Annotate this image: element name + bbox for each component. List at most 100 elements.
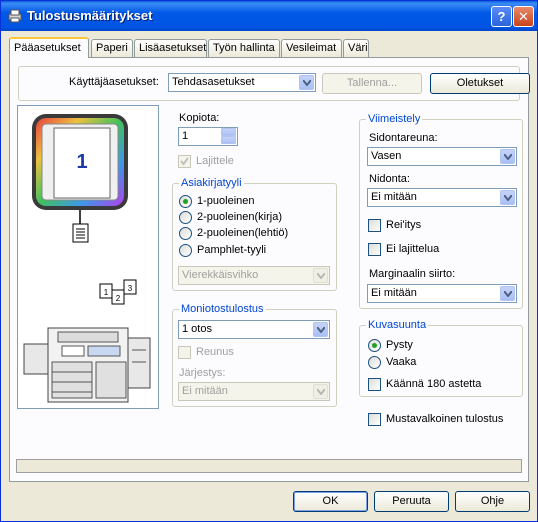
no-collate-checkbox[interactable]: Ei lajittelua [368, 243, 468, 257]
window-title: Tulostusmääritykset [27, 8, 153, 23]
document-style-title: Asiakirjatyyli [179, 177, 244, 189]
black-white-label: Mustavalkoinen tulostus [386, 413, 504, 425]
preview-illustration: 1 1 2 3 [23, 114, 151, 403]
punch-checkbox[interactable]: Rei'itys [368, 219, 448, 233]
black-white-checkbox[interactable]: Mustavalkoinen tulostus [368, 413, 518, 427]
chevron-down-icon [500, 286, 515, 301]
copies-value: 1 [182, 130, 189, 142]
defaults-button[interactable]: Oletukset [430, 73, 530, 94]
border-checkbox[interactable]: Reunus [178, 346, 258, 360]
radio-selected-icon [179, 195, 192, 208]
radio-pamphlet[interactable]: Pamphlet-tyyli [179, 244, 299, 258]
margin-shift-combo[interactable]: Ei mitään [367, 284, 517, 303]
punch-label: Rei'itys [386, 219, 422, 231]
user-settings-box: Käyttäjäasetukset: Tehdasasetukset Talle… [18, 66, 530, 101]
checkbox-checked-icon [178, 155, 191, 168]
save-settings-button[interactable]: Tallenna... [322, 73, 422, 94]
order-value: Ei mitään [182, 385, 228, 397]
preview-page-number: 1 [76, 151, 87, 173]
collate-checkbox[interactable]: Lajittele [178, 155, 258, 169]
pamphlet-style-value: Vierekkäisvihko [182, 269, 259, 281]
tab-advanced[interactable]: Lisäasetukset [134, 39, 207, 57]
order-combo[interactable]: Ei mitään [178, 382, 330, 401]
stapling-value: Ei mitään [371, 191, 417, 203]
radio-selected-icon [368, 339, 381, 352]
svg-text:2: 2 [116, 294, 121, 303]
spin-down-icon[interactable] [221, 136, 236, 144]
pages-per-sheet-value: 1 otos [182, 323, 212, 335]
tab-main-settings[interactable]: Pääasetukset [9, 37, 89, 58]
tab-watermarks[interactable]: Vesileimat [281, 39, 342, 57]
tab-paper[interactable]: Paperi [91, 39, 133, 57]
multi-output-title: Moniotostulostus [179, 303, 266, 315]
title-bar[interactable]: Tulostusmääritykset ? ✕ [1, 1, 537, 31]
document-icon [72, 223, 89, 243]
page-preview-icon: 1 [32, 114, 128, 210]
copies-label: Kopiota: [179, 112, 220, 124]
border-label: Reunus [196, 346, 234, 358]
svg-text:3: 3 [128, 284, 133, 293]
tab-job-handling[interactable]: Työn hallinta [208, 39, 280, 57]
binding-edge-label: Sidontareuna: [369, 132, 438, 144]
print-preview-pane: 1 1 2 3 [17, 105, 159, 409]
user-settings-value: Tehdasasetukset [172, 76, 255, 88]
radio-duplex-tablet[interactable]: 2-puoleinen(lehtiö) [179, 227, 299, 241]
radio-portrait[interactable]: Pysty [368, 339, 448, 353]
chevron-down-icon [313, 322, 328, 337]
user-settings-label: Käyttäjäasetukset: [69, 76, 159, 88]
landscape-label: Vaaka [386, 356, 417, 368]
tab-color[interactable]: Väri [343, 39, 369, 57]
spin-up-icon[interactable] [221, 128, 236, 136]
duplex-tablet-label: 2-puoleinen(lehtiö) [197, 227, 289, 239]
printer-icon [8, 9, 22, 23]
binding-edge-value: Vasen [371, 150, 402, 162]
radio-landscape[interactable]: Vaaka [368, 356, 448, 370]
cancel-button[interactable]: Peruuta [374, 491, 449, 512]
radio-duplex-book[interactable]: 2-puoleinen(kirja) [179, 211, 299, 225]
svg-text:1: 1 [104, 288, 109, 297]
collate-label: Lajittele [196, 155, 234, 167]
finishing-title: Viimeistely [366, 113, 423, 125]
radio-icon [179, 227, 192, 240]
checkbox-icon [368, 219, 381, 232]
checkbox-icon [368, 378, 381, 391]
margin-shift-label: Marginaalin siirto: [369, 268, 456, 280]
radio-icon [368, 356, 381, 369]
margin-shift-value: Ei mitään [371, 287, 417, 299]
status-bar [16, 459, 522, 473]
copier-machine-icon [23, 327, 151, 403]
pamphlet-style-combo[interactable]: Vierekkäisvihko [178, 266, 330, 285]
ok-button[interactable]: OK [293, 491, 368, 512]
help-title-button[interactable]: ? [491, 6, 512, 27]
checkbox-icon [368, 243, 381, 256]
pamphlet-label: Pamphlet-tyyli [197, 244, 267, 256]
checkbox-icon [368, 413, 381, 426]
print-preferences-dialog: Tulostusmääritykset ? ✕ Pääasetukset Pap… [0, 0, 538, 522]
rotate-180-checkbox[interactable]: Käännä 180 astetta [368, 378, 498, 392]
help-button[interactable]: Ohje [455, 491, 530, 512]
chevron-down-icon [500, 149, 515, 164]
copies-stack-icon: 1 2 3 [99, 279, 137, 305]
user-settings-combo[interactable]: Tehdasasetukset [168, 73, 316, 92]
close-button[interactable]: ✕ [513, 6, 534, 27]
chevron-down-icon [313, 268, 328, 283]
chevron-down-icon [299, 75, 314, 90]
rotate-180-label: Käännä 180 astetta [386, 378, 482, 390]
stapling-combo[interactable]: Ei mitään [367, 188, 517, 207]
single-sided-label: 1-puoleinen [197, 195, 255, 207]
copies-spinner[interactable]: 1 [178, 127, 238, 146]
no-collate-label: Ei lajittelua [386, 243, 440, 255]
radio-single-sided[interactable]: 1-puoleinen [179, 195, 299, 209]
checkbox-icon [178, 346, 191, 359]
radio-icon [179, 211, 192, 224]
stapling-label: Nidonta: [369, 173, 410, 185]
chevron-down-icon [313, 384, 328, 399]
binding-edge-combo[interactable]: Vasen [367, 147, 517, 166]
order-label: Järjestys: [179, 367, 226, 379]
duplex-book-label: 2-puoleinen(kirja) [197, 211, 282, 223]
radio-icon [179, 244, 192, 257]
chevron-down-icon [500, 190, 515, 205]
portrait-label: Pysty [386, 339, 413, 351]
orientation-title: Kuvasuunta [366, 319, 429, 331]
pages-per-sheet-combo[interactable]: 1 otos [178, 320, 330, 339]
